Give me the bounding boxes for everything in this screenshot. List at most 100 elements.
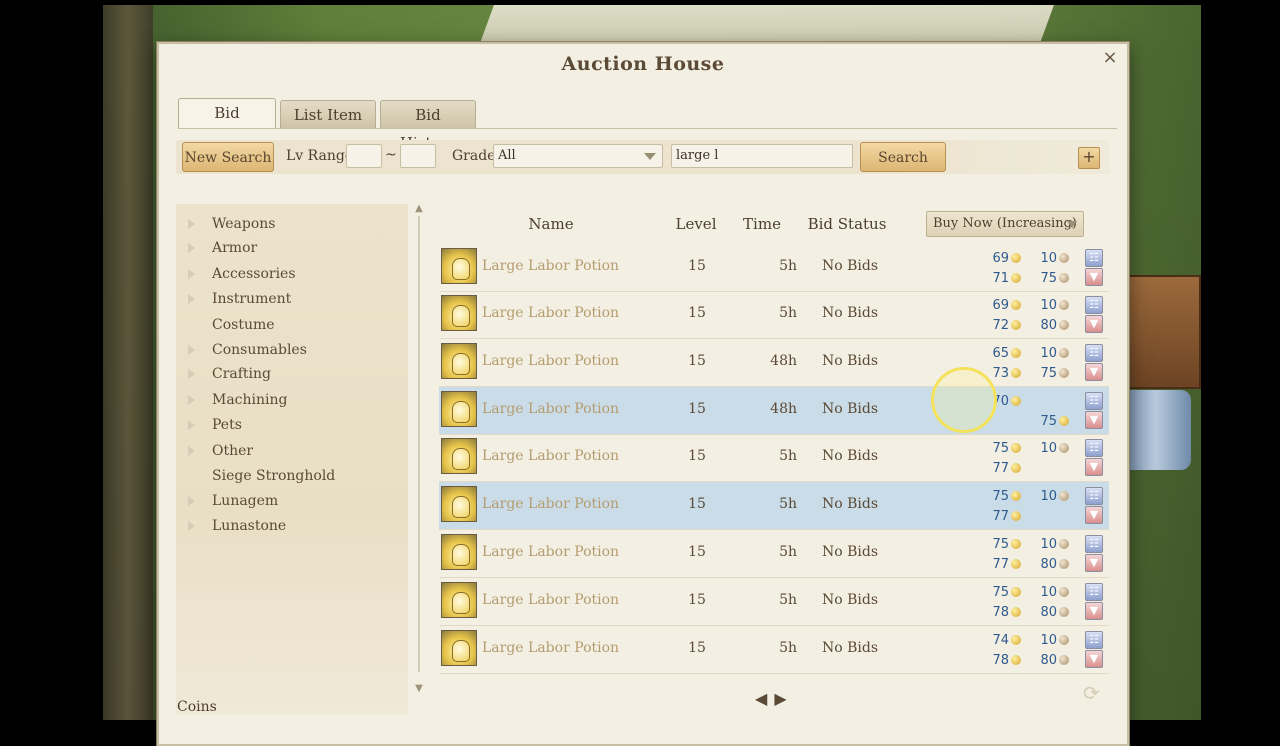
column-header-name[interactable]: Name [509,215,593,233]
gold-coin-icon [1011,463,1021,473]
lv-min-input[interactable] [346,144,382,168]
buy-price-gold: 77 [979,461,1021,476]
gold-coin-icon [1011,511,1021,521]
item-level: 15 [688,640,706,656]
buy-now-button[interactable]: ☷ [1085,583,1103,601]
buy-now-button[interactable]: ☷ [1085,296,1103,314]
buy-now-button[interactable]: ☷ [1085,249,1103,267]
listing-row[interactable]: Large Labor Potion 15 5h No Bids 69 10 72 80 ☷ ▼ [439,291,1109,339]
bid-price-gold: 75 [979,537,1021,552]
buy-price-gold: 77 [979,557,1021,572]
potion-item-icon[interactable] [441,343,477,379]
item-level: 15 [688,592,706,608]
scroll-down-icon[interactable]: ▼ [413,684,425,694]
silver-coin-icon [1059,253,1069,263]
place-bid-button[interactable]: ▼ [1085,602,1103,620]
potion-item-icon[interactable] [441,582,477,618]
buy-price-gold: 75 [1025,414,1069,429]
place-bid-button[interactable]: ▼ [1085,315,1103,333]
item-name: Large Labor Potion [482,353,620,369]
expand-arrow-icon [188,294,195,304]
buy-now-button[interactable]: ☷ [1085,439,1103,457]
column-header-level[interactable]: Level [671,215,721,233]
buy-now-button[interactable]: ☷ [1085,392,1103,410]
item-level: 15 [688,258,706,274]
silver-coin-icon [1059,587,1069,597]
expand-arrow-icon [188,219,195,229]
potion-item-icon[interactable] [441,630,477,666]
close-icon[interactable]: × [1099,47,1121,69]
item-name: Large Labor Potion [482,448,620,464]
item-name: Large Labor Potion [482,305,620,321]
item-level: 15 [688,544,706,560]
category-scrollbar[interactable]: ▲ ▼ [413,204,425,694]
sort-select[interactable]: Buy Now (Increasing) [926,211,1084,237]
expand-arrow-icon [188,345,195,355]
place-bid-button[interactable]: ▼ [1085,506,1103,524]
bid-price-silver: 10 [1023,585,1069,600]
listing-row[interactable]: Large Labor Potion 15 5h No Bids 69 10 71 75 ☷ ▼ [439,244,1109,292]
gold-coin-icon [1011,491,1021,501]
buy-price-gold: 77 [979,509,1021,524]
listing-row[interactable]: Large Labor Potion 15 5h No Bids 75 10 77 80 ☷ ▼ [439,530,1109,578]
new-search-button[interactable]: New Search [182,142,274,172]
listing-row[interactable]: Large Labor Potion 15 5h No Bids 75 10 78 80 ☷ ▼ [439,578,1109,626]
gold-coin-icon [1011,443,1021,453]
potion-item-icon[interactable] [441,486,477,522]
place-bid-button[interactable]: ▼ [1085,554,1103,572]
silver-coin-icon [1059,559,1069,569]
gold-coin-icon [1011,396,1021,406]
place-bid-button[interactable]: ▼ [1085,411,1103,429]
listing-row[interactable]: Large Labor Potion 15 48h No Bids 65 10 73 75 ☷ ▼ [439,339,1109,387]
place-bid-button[interactable]: ▼ [1085,363,1103,381]
bid-status: No Bids [822,544,879,560]
item-level: 15 [688,401,706,417]
search-button[interactable]: Search [860,142,946,172]
potion-item-icon[interactable] [441,534,477,570]
listing-row[interactable]: Large Labor Potion 15 5h No Bids 75 10 77 ☷ ▼ [439,434,1109,482]
pager: ◀ ▶ [755,685,787,710]
next-page-icon[interactable]: ▶ [774,689,786,708]
potion-item-icon[interactable] [441,248,477,284]
scroll-track[interactable] [418,216,420,672]
column-header-bid-status[interactable]: Bid Status [801,215,893,233]
bid-price-gold: 75 [979,585,1021,600]
listing-row[interactable]: Large Labor Potion 15 5h No Bids 75 10 77 ☷ ▼ [439,482,1109,530]
buy-now-button[interactable]: ☷ [1085,487,1103,505]
chevron-down-icon [1067,221,1077,228]
buy-now-button[interactable]: ☷ [1085,535,1103,553]
column-header-time[interactable]: Time [737,215,787,233]
tab-bid[interactable]: Bid [178,98,276,129]
place-bid-button[interactable]: ▼ [1085,268,1103,286]
plus-icon[interactable]: + [1078,147,1100,169]
lv-max-input[interactable] [400,144,436,168]
time-left: 5h [779,544,797,560]
wooden-crate [1127,275,1201,389]
tab-bar: Bid List Item Bid History [178,98,476,152]
gold-coin-icon [1011,587,1021,597]
grade-label: Grade [452,148,496,164]
prev-page-icon[interactable]: ◀ [755,689,767,708]
barrel [1121,390,1191,470]
buy-now-button[interactable]: ☷ [1085,631,1103,649]
grade-select[interactable]: All [493,144,663,168]
refresh-icon[interactable]: ⟳ [1083,681,1100,705]
tab-bid-history[interactable]: Bid History [380,100,476,152]
silver-coin-icon [1059,443,1069,453]
bid-price-silver: 10 [1023,489,1069,504]
bid-price-silver: 10 [1023,346,1069,361]
listing-row[interactable]: Large Labor Potion 15 5h No Bids 74 10 78 80 ☷ ▼ [439,626,1109,674]
expand-arrow-icon [188,243,195,253]
potion-item-icon[interactable] [441,295,477,331]
place-bid-button[interactable]: ▼ [1085,458,1103,476]
buy-price-gold: 78 [979,605,1021,620]
listing-row[interactable]: Large Labor Potion 15 48h No Bids 70 75 ☷ ▼ [439,387,1109,435]
buy-now-button[interactable]: ☷ [1085,344,1103,362]
potion-item-icon[interactable] [441,391,477,427]
buy-price-gold: 71 [979,271,1021,286]
place-bid-button[interactable]: ▼ [1085,650,1103,668]
potion-item-icon[interactable] [441,438,477,474]
tab-list-item[interactable]: List Item [280,100,376,128]
scroll-up-icon[interactable]: ▲ [413,204,425,214]
search-input[interactable]: large l [671,144,853,168]
